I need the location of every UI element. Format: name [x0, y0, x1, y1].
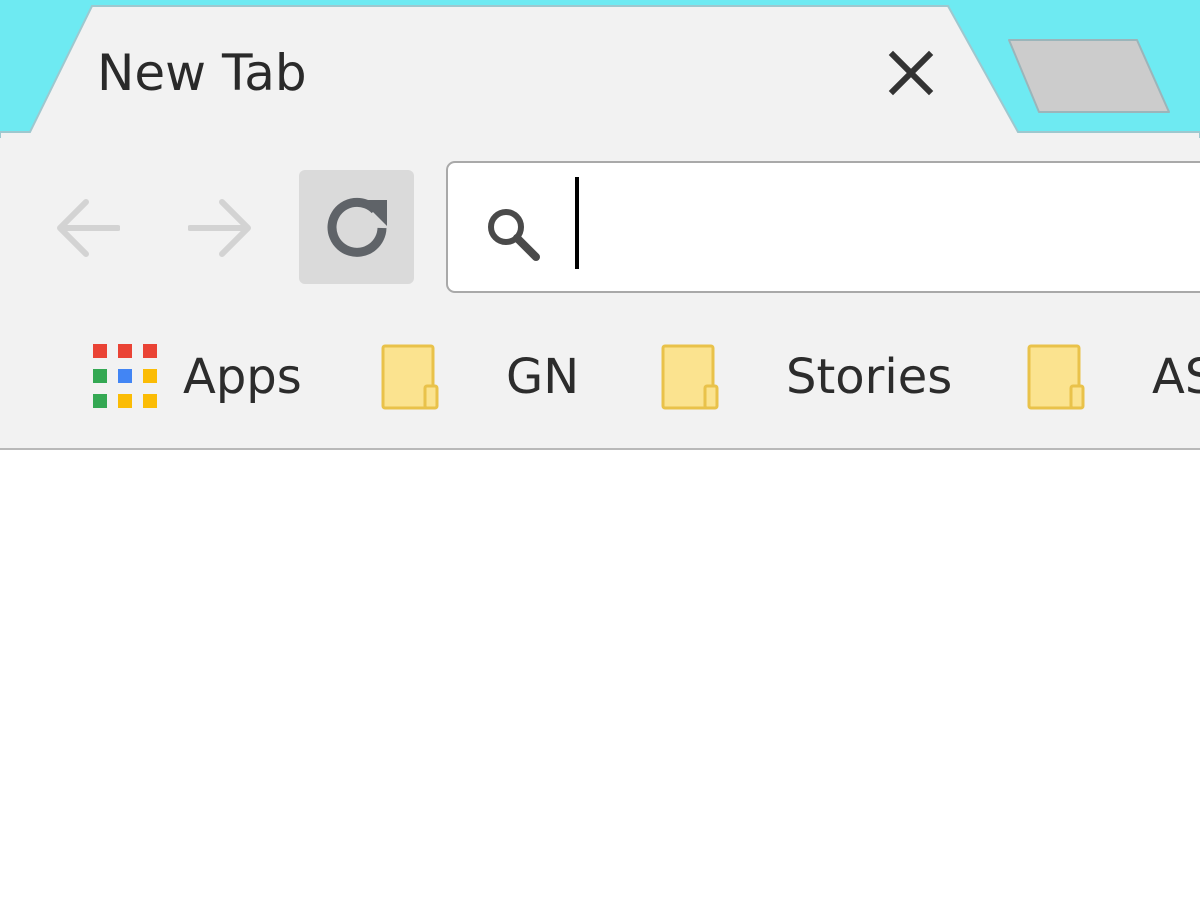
bookmark-label: Stories [786, 349, 953, 405]
new-tab-button[interactable] [1005, 36, 1175, 116]
arrow-left-icon [57, 199, 121, 257]
bookmark-folder-as[interactable]: AS [1016, 333, 1200, 433]
close-icon[interactable] [882, 44, 940, 102]
bookmark-label: Apps [183, 349, 302, 405]
page-content [0, 450, 1200, 900]
reload-button[interactable] [299, 170, 414, 284]
bookmark-label: GN [506, 349, 580, 405]
reload-icon [327, 197, 387, 257]
arrow-right-icon [187, 199, 251, 257]
address-bar[interactable] [446, 161, 1200, 293]
text-caret [575, 177, 579, 269]
folder-icon [661, 344, 719, 410]
folder-icon [1027, 344, 1085, 410]
apps-grid-icon [93, 344, 157, 408]
bookmark-apps[interactable]: Apps [40, 333, 330, 433]
bookmark-label: AS [1152, 349, 1200, 405]
bookmarks-bar: Apps GN Stories A [0, 333, 1200, 433]
bookmark-folder-stories[interactable]: Stories [650, 333, 990, 433]
toolbar: Apps GN Stories A [0, 138, 1200, 450]
bookmark-folder-gn[interactable]: GN [370, 333, 610, 433]
back-button[interactable] [54, 195, 121, 261]
tab-strip: New Tab [0, 0, 1200, 140]
forward-button[interactable] [187, 195, 254, 261]
browser-window: New Tab Apps GN Stories A [0, 0, 1200, 900]
search-icon [480, 201, 546, 267]
address-input[interactable] [570, 177, 1200, 279]
folder-icon [381, 344, 439, 410]
tab-title: New Tab [97, 44, 307, 102]
